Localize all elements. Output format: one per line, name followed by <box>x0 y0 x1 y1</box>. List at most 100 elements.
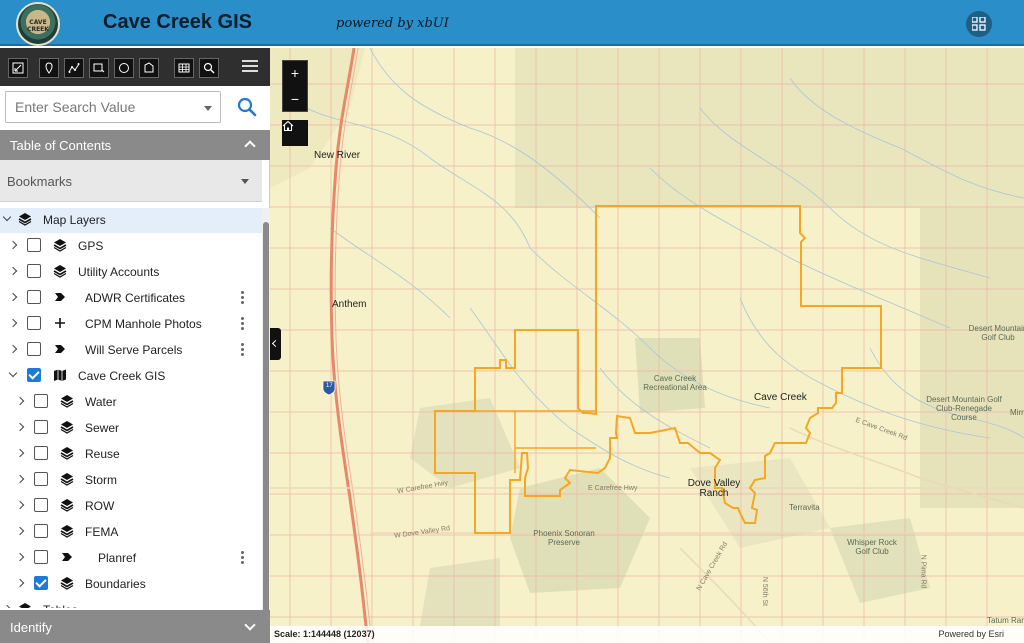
grid-icon <box>972 17 986 31</box>
layer-visibility-checkbox[interactable] <box>34 420 48 434</box>
layer-row[interactable]: FEMA <box>0 519 262 545</box>
esri-attribution[interactable]: Powered by Esri <box>938 629 1004 639</box>
layer-visibility-checkbox[interactable] <box>34 550 48 564</box>
layer-visibility-checkbox[interactable] <box>34 446 48 460</box>
layer-visibility-checkbox[interactable] <box>34 524 48 538</box>
layer-row[interactable]: Tables <box>0 597 262 608</box>
layers-icon <box>19 603 31 608</box>
layer-visibility-checkbox[interactable] <box>34 394 48 408</box>
zoom-in-button[interactable]: + <box>283 61 307 87</box>
home-button[interactable] <box>282 120 308 146</box>
layer-row[interactable]: Utility Accounts <box>0 259 262 285</box>
chevron-down-icon[interactable] <box>8 368 18 378</box>
chevron-right-icon[interactable] <box>15 474 25 484</box>
draw-point-button[interactable] <box>39 58 59 78</box>
layers-icon <box>60 473 74 486</box>
scrollbar-thumb[interactable] <box>263 222 269 642</box>
chevron-right-icon[interactable] <box>8 344 18 354</box>
search-input[interactable] <box>15 99 195 115</box>
layer-visibility-checkbox[interactable] <box>27 316 41 330</box>
layer-visibility-checkbox[interactable] <box>27 368 41 382</box>
layer-row[interactable]: Boundaries <box>0 571 262 597</box>
chevron-right-icon[interactable] <box>15 526 25 536</box>
chevron-right-icon[interactable] <box>15 500 25 510</box>
layer-row[interactable]: ADWR Certificates <box>0 285 262 311</box>
layer-visibility-checkbox[interactable] <box>27 290 41 304</box>
town-logo: CAVE CREEK <box>16 2 60 46</box>
layer-row[interactable]: Planref <box>0 545 262 571</box>
layer-label: Tables <box>43 603 78 608</box>
layer-row[interactable]: Water <box>0 389 262 415</box>
layer-row[interactable]: GPS <box>0 233 262 259</box>
chevron-right-icon[interactable] <box>8 266 18 276</box>
layer-visibility-checkbox[interactable] <box>27 342 41 356</box>
find-button[interactable] <box>199 58 219 78</box>
powered-by-text: powered by xbUI <box>336 16 449 31</box>
chevron-right-icon[interactable] <box>8 318 18 328</box>
identify-panel-header[interactable]: Identify <box>0 610 270 643</box>
measure-button[interactable] <box>8 58 28 78</box>
layer-visibility-checkbox[interactable] <box>34 498 48 512</box>
layer-visibility-checkbox[interactable] <box>27 238 41 252</box>
bookmarks-dropdown[interactable]: Bookmarks <box>0 160 262 202</box>
layer-visibility-checkbox[interactable] <box>34 576 48 590</box>
chevron-right-icon[interactable] <box>15 552 25 562</box>
table-icon <box>178 63 190 73</box>
chevron-down-icon[interactable] <box>204 106 212 111</box>
chevron-symbol-icon <box>55 293 65 301</box>
layer-row[interactable]: Cave Creek GIS <box>0 363 262 389</box>
chevron-right-icon[interactable] <box>8 292 18 302</box>
toc-header[interactable]: Table of Contents <box>0 130 270 160</box>
search-button[interactable] <box>236 96 260 120</box>
apps-button[interactable] <box>966 11 992 37</box>
draw-circle-button[interactable] <box>114 58 134 78</box>
draw-rectangle-button[interactable] <box>89 58 109 78</box>
chevron-down-icon[interactable] <box>2 212 12 222</box>
zoom-out-button[interactable]: − <box>283 87 307 113</box>
layer-row[interactable]: Sewer <box>0 415 262 441</box>
chevron-right-icon[interactable] <box>2 604 12 608</box>
layer-row[interactable]: ROW <box>0 493 262 519</box>
chevron-right-icon[interactable] <box>15 578 25 588</box>
chevron-right-icon[interactable] <box>8 240 18 250</box>
place-desert-mountain: Desert Mountain Golf Club <box>968 324 1024 342</box>
layer-label: Cave Creek GIS <box>78 369 166 383</box>
chevron-right-icon[interactable] <box>15 448 25 458</box>
more-options-icon[interactable] <box>241 291 245 305</box>
chevron-right-icon[interactable] <box>15 396 25 406</box>
more-options-icon[interactable] <box>241 551 245 565</box>
attribute-table-button[interactable] <box>174 58 194 78</box>
polyline-icon <box>68 63 80 73</box>
road-label: N Pima Rd <box>919 554 927 589</box>
more-options-icon[interactable] <box>241 317 245 331</box>
highway-shield-label: 17 <box>326 383 333 389</box>
layer-row[interactable]: Will Serve Parcels <box>0 337 262 363</box>
chevron-up-icon <box>244 140 256 152</box>
layer-row[interactable]: Reuse <box>0 441 262 467</box>
search-combobox[interactable] <box>5 91 221 123</box>
layer-row[interactable]: CPM Manhole Photos <box>0 311 262 337</box>
home-icon <box>282 120 294 132</box>
more-options-icon[interactable] <box>241 343 245 357</box>
place-renegade-course: Desert Mountain Golf Club-Renegade Cours… <box>926 395 1002 422</box>
sidebar-collapse-handle[interactable] <box>270 328 281 360</box>
layer-visibility-checkbox[interactable] <box>34 472 48 486</box>
chevron-down-icon <box>244 619 256 631</box>
draw-polyline-button[interactable] <box>64 58 84 78</box>
identify-label: Identify <box>10 620 52 635</box>
layer-label: Map Layers <box>43 213 106 227</box>
layer-row[interactable]: Map Layers <box>0 208 262 233</box>
draw-polygon-button[interactable] <box>139 58 159 78</box>
toc-scrollbar[interactable] <box>262 208 270 643</box>
hamburger-icon[interactable] <box>242 60 258 74</box>
map-view[interactable]: New River Anthem Cave Creek Recreational… <box>270 48 1024 643</box>
place-new-river: New River <box>314 150 361 161</box>
layer-visibility-checkbox[interactable] <box>27 264 41 278</box>
layer-row[interactable]: Storm <box>0 467 262 493</box>
place-dove-valley-ranch: Dove Valley Ranch <box>687 478 741 499</box>
place-mirr: Mirr <box>1010 408 1024 417</box>
basemap <box>270 48 1024 643</box>
layer-label: Boundaries <box>85 577 146 591</box>
search-icon <box>203 62 215 74</box>
chevron-right-icon[interactable] <box>15 422 25 432</box>
